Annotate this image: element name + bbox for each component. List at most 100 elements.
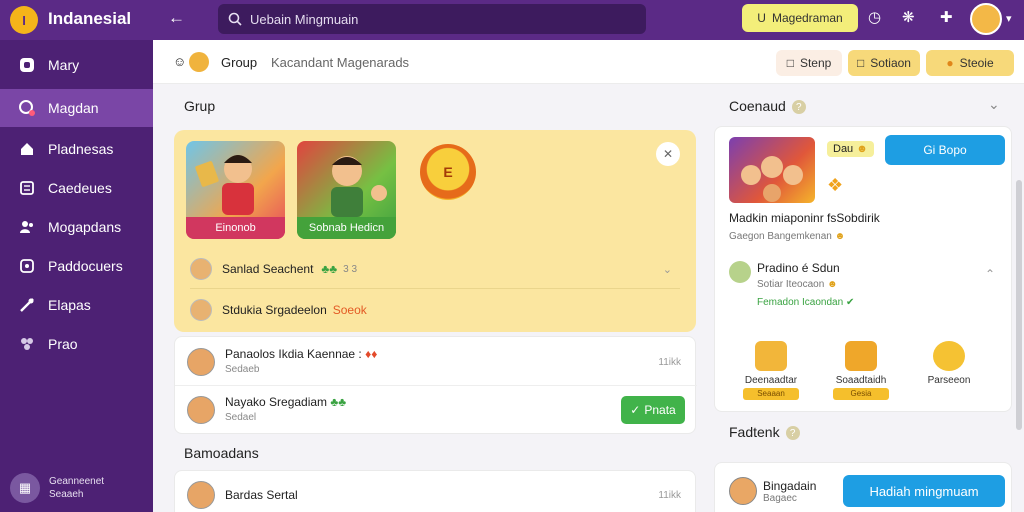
check-icon: ✓ — [630, 403, 641, 417]
list-item[interactable]: Panaolos Ikdia Kaennae : ♦♦ Sedaeb 11ikk — [175, 345, 697, 379]
pill-stenp-button[interactable]: □ Stenp — [776, 50, 842, 76]
avatar — [187, 348, 215, 376]
sidebar-item-caedeues[interactable]: Caedeues — [0, 169, 153, 207]
scrollbar[interactable] — [1016, 180, 1022, 430]
chevron-down-icon[interactable]: ▾ — [1006, 12, 1012, 25]
pill-sotiaon-button[interactable]: □ Sotiaon — [848, 50, 920, 76]
sidebar-item-label: Magdan — [48, 100, 99, 116]
coin-icon — [933, 341, 965, 371]
sidebar-item-label: Pladnesas — [48, 141, 114, 157]
sidebar-item-mary[interactable]: Mary — [0, 46, 153, 84]
reward-item[interactable]: Soaadtaidh Gesia — [825, 341, 897, 400]
person-name[interactable]: Pradino é Sdun — [757, 261, 840, 275]
divider — [190, 288, 680, 289]
avatar — [190, 258, 212, 280]
top-yellow-label: Magedraman — [771, 11, 843, 25]
sidebar-item-pladnesas[interactable]: Pladnesas — [0, 130, 153, 168]
chevron-down-icon[interactable]: ⌄ — [663, 263, 672, 276]
help-icon[interactable]: ? — [785, 426, 800, 441]
gi-bopo-button[interactable]: Gi Bopo — [885, 135, 1005, 165]
smile-icon: ☻ — [834, 231, 846, 242]
reward-name: Deenaadtar — [744, 375, 798, 386]
event-headline: Madkin miaponinr fsSobdirik — [729, 211, 880, 225]
sidebar-item-elapas[interactable]: Elapas — [0, 286, 153, 324]
grid-icon — [18, 179, 36, 197]
sidebar-item-prao[interactable]: Prao — [0, 325, 153, 363]
card-row[interactable]: Stdukia Srgadeelon Soeok — [190, 296, 680, 324]
bottom-list: Bardas Sertal 11ikk — [174, 470, 696, 512]
card-row[interactable]: Sanlad Seachent ♣♣ 3 3 ⌄ — [190, 255, 680, 283]
clock-icon[interactable]: ◷ — [868, 8, 881, 26]
coin-icon: ● — [946, 56, 954, 70]
reward-item[interactable]: Deenaadtar Seaaan — [735, 341, 807, 400]
game-tile-sobnab[interactable]: Sobnab Hedicn — [297, 141, 396, 239]
avatar — [729, 261, 751, 283]
clover-icon: ♣♣ — [330, 395, 347, 409]
chevron-up-icon[interactable]: ⌃ — [985, 267, 995, 281]
card-row-text: Stdukia Srgadeelon — [222, 303, 327, 317]
app-logo[interactable]: I — [10, 6, 38, 34]
reward-name: Parseeon — [927, 375, 971, 386]
gold-bars-icon — [845, 341, 877, 371]
subheader-subtitle: Kacandant Magenarads — [271, 55, 410, 70]
list-item[interactable]: Bardas Sertal 11ikk — [175, 479, 697, 511]
game-tile-einonob[interactable]: Einonob — [186, 141, 285, 239]
search-bar[interactable] — [218, 4, 646, 34]
tools-icon — [18, 296, 36, 314]
pnata-button[interactable]: ✓ Pnata — [621, 396, 685, 424]
pill-steoie-button[interactable]: ● Steoie — [926, 50, 1014, 76]
list-item-sub: Sedael — [225, 412, 257, 423]
event-card: Dau ☻ Gi Bopo ❖ Madkin miaponinr fsSobdi… — [714, 126, 1012, 412]
app-title: Indanesial — [48, 9, 132, 28]
sidebar-item-mogapdans[interactable]: Mogapdans — [0, 208, 153, 246]
right-section-title: Coenaud? — [729, 98, 806, 115]
help-icon[interactable]: ? — [791, 100, 806, 115]
smile-icon: ☻ — [827, 279, 838, 290]
sidebar-footer[interactable]: ▦ Geanneenet Seaaeh — [10, 470, 150, 506]
group-avatar[interactable] — [189, 52, 209, 72]
hadiah-button[interactable]: Hadiah mingmuam — [843, 475, 1005, 507]
avatar — [729, 477, 757, 505]
card-row-text: Sanlad Seachent — [222, 262, 314, 276]
group-section-title: Grup — [184, 98, 216, 114]
user-avatar[interactable] — [970, 3, 1002, 35]
sidebar-item-magdan[interactable]: Magdan — [0, 89, 153, 127]
chevron-down-icon[interactable]: ⌄ — [988, 96, 1000, 113]
puzzle-icon[interactable]: ✚ — [940, 8, 953, 26]
sidebar-item-label: Caedeues — [48, 180, 112, 196]
heart-icon: ♦♦ — [365, 347, 378, 361]
sidebar-item-label: Prao — [48, 336, 78, 352]
puzzle-icon — [18, 257, 36, 275]
house-icon — [18, 140, 36, 158]
back-arrow-icon[interactable]: ← — [168, 8, 185, 28]
coin-reward-icon[interactable]: E — [420, 144, 476, 200]
smile-icon: ☻ — [856, 143, 868, 155]
chat-icon — [18, 99, 36, 117]
person-sub: Sotiar Iteocaon ☻ — [757, 279, 838, 290]
list-item[interactable]: Nayako Sregadiam ♣♣ Sedael ✓ Pnata — [175, 393, 697, 427]
reward-item[interactable]: Parseeon — [913, 341, 985, 386]
check-icon: ✔ — [845, 297, 855, 308]
divider — [175, 385, 697, 386]
sidebar-item-label: Elapas — [48, 297, 91, 313]
search-icon — [228, 12, 242, 26]
close-icon[interactable]: ✕ — [656, 142, 680, 166]
subheader-group-label[interactable]: Group — [221, 55, 257, 70]
person-icon[interactable]: ☺ — [173, 54, 186, 69]
top-yellow-button[interactable]: U Magedraman — [742, 4, 858, 32]
square-icon: □ — [857, 56, 865, 70]
search-input[interactable] — [250, 11, 630, 27]
character-icon[interactable]: ❋ — [902, 8, 915, 26]
card-row-extra: 3 3 — [343, 263, 358, 275]
reward-card: Bingadain Bagaec Hadiah mingmuam — [714, 462, 1012, 512]
list-item-name: Nayako Sregadiam — [225, 395, 328, 409]
reward-tag: Seaaan — [743, 388, 799, 400]
sidebar-item-paddocuers[interactable]: Paddocuers — [0, 247, 153, 285]
group-icon — [18, 335, 36, 353]
event-thumbnail[interactable] — [729, 137, 815, 203]
gold-icon: ❖ — [827, 175, 844, 195]
calendar-icon: ▦ — [10, 473, 40, 503]
sidebar-item-label: Paddocuers — [48, 258, 123, 274]
card-row-tag: Soeok — [332, 303, 367, 317]
list-item-name: Bardas Sertal — [225, 488, 298, 502]
